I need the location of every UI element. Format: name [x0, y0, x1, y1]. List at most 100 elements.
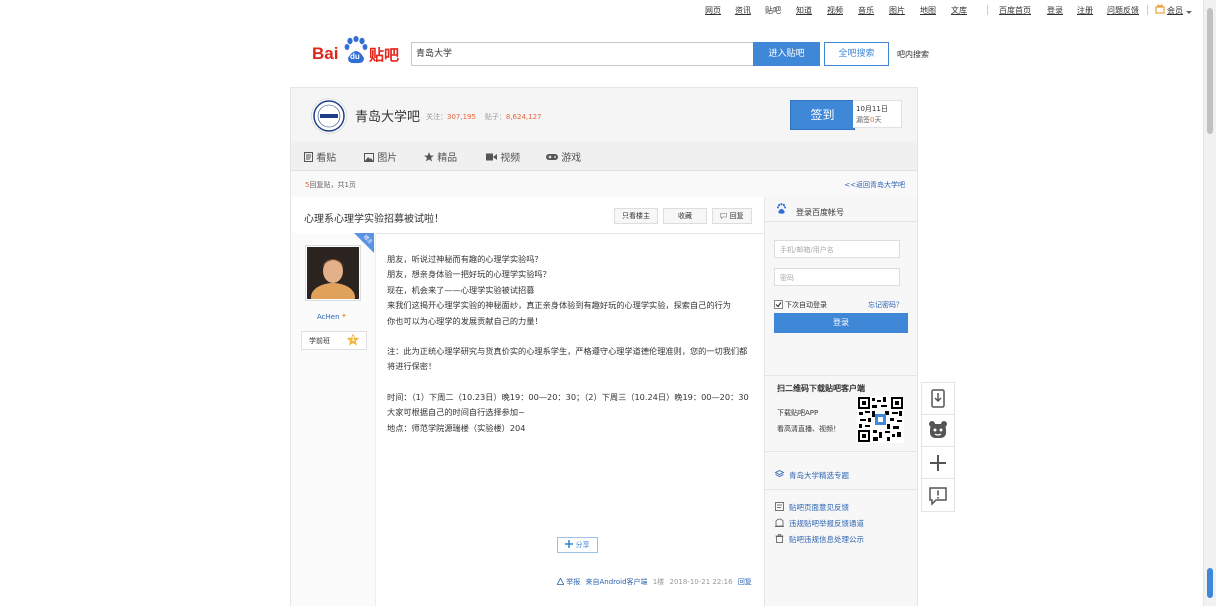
divider [765, 489, 917, 490]
nav-link-video[interactable]: 视频 [827, 5, 843, 16]
feedback-icon [775, 502, 784, 513]
forum-avatar[interactable] [311, 98, 347, 134]
author-name[interactable]: AcHen [317, 313, 340, 321]
mascot-button[interactable] [922, 415, 954, 447]
user-level-badge[interactable]: 学前班 1 [301, 331, 367, 350]
remember-label: 下次自动登录 [785, 301, 827, 309]
violation-report-link[interactable]: 违规贴吧举报反馈通道 [789, 518, 864, 529]
nav-link-member[interactable]: 会员 [1167, 5, 1183, 16]
report-button[interactable] [922, 479, 954, 511]
nav-link-register[interactable]: 注册 [1077, 5, 1093, 16]
star-icon [424, 152, 434, 162]
nav-link-zhidao[interactable]: 知道 [796, 5, 812, 16]
post-title-bar: 心理系心理学实验招募被试啦！ 只看楼主 收藏 回复 [291, 197, 764, 234]
follow-count: 307,195 [447, 113, 476, 121]
scrollbar-thumb[interactable] [1207, 8, 1213, 134]
image-icon [364, 153, 374, 162]
collect-button[interactable]: 收藏 [663, 208, 707, 224]
search-input[interactable]: 青岛大学 [411, 42, 759, 66]
comment-icon [720, 213, 728, 220]
forum-title[interactable]: 青岛大学吧 [355, 106, 420, 125]
forum-stats: 关注：307,195 贴子：8,624,127 [426, 112, 542, 122]
login-button[interactable]: 登录 [774, 313, 908, 333]
post-line: 地点：师范学院源瑞楼（实验楼）204 [387, 422, 526, 433]
password-input[interactable]: 密码 [774, 268, 900, 286]
post-content: 朋友，听说过神秘而有趣的心理学实验吗？ 朋友，想亲身体验一把好玩的心理学实验吗？… [387, 252, 749, 436]
post-line: 现在，机会来了——心理学实验被试招募 [387, 284, 535, 295]
floor-reply-link[interactable]: 回复 [738, 578, 752, 586]
floating-toolbar [921, 382, 955, 512]
nav-link-login[interactable]: 登录 [1047, 5, 1063, 16]
author-avatar[interactable] [305, 245, 361, 311]
plus-icon [930, 455, 946, 471]
nav-divider [987, 5, 988, 15]
violation-notice-link[interactable]: 贴吧违规信息处理公示 [789, 534, 864, 545]
share-button[interactable]: 分享 [557, 537, 598, 553]
forgot-password-link[interactable]: 忘记密码？ [868, 300, 903, 310]
posts-count: 8,624,127 [505, 113, 542, 121]
tab-video[interactable]: 视频 [486, 149, 520, 164]
download-app-button[interactable] [922, 383, 954, 415]
nav-link-feedback[interactable]: 问题反馈 [1107, 5, 1139, 16]
nav-link-web[interactable]: 网页 [705, 5, 721, 16]
only-op-button[interactable]: 只看楼主 [614, 208, 658, 224]
add-button[interactable] [922, 447, 954, 479]
bear-icon [929, 421, 947, 438]
signin-streak: 漏签0天 [856, 116, 882, 124]
enter-forum-button[interactable]: 进入贴吧 [753, 42, 820, 66]
nav-link-music[interactable]: 音乐 [858, 5, 874, 16]
chevron-down-icon [1186, 8, 1192, 17]
post-datetime: 2018-10-21 22:16 [669, 578, 733, 586]
op-badge: 楼主 [354, 233, 374, 253]
nav-link-map[interactable]: 地图 [920, 5, 936, 16]
sparkle-icon: ✦ [341, 312, 347, 320]
video-icon [486, 153, 497, 161]
qr-code [857, 396, 904, 443]
nav-link-news[interactable]: 资讯 [735, 5, 751, 16]
page-feedback-link[interactable]: 贴吧页面意见反馈 [789, 502, 849, 513]
signin-info: 10月11日 漏签0天 [853, 100, 902, 128]
reply-button[interactable]: 回复 [712, 208, 752, 224]
alert-icon [929, 487, 947, 506]
remember-checkbox[interactable] [774, 300, 783, 309]
divider [765, 451, 917, 452]
thread-info-bar: 5回复贴，共1页 <<返回青岛大学吧 [290, 170, 918, 199]
tab-images[interactable]: 图片 [364, 149, 397, 164]
layers-icon [774, 470, 785, 481]
logo-text-bai: Bai [312, 44, 339, 63]
nav-link-wenku[interactable]: 文库 [951, 5, 967, 16]
in-forum-search-link[interactable]: 吧内搜索 [897, 49, 929, 60]
topic-link[interactable]: 青岛大学精选专题 [789, 470, 849, 481]
report-link[interactable]: 举报 [566, 578, 580, 586]
download-icon [931, 389, 945, 408]
trash-icon [775, 534, 784, 545]
qr-line-1: 下载贴吧APP [777, 409, 819, 417]
logo-text-tieba: 贴吧 [369, 46, 400, 64]
signin-button[interactable]: 签到 [790, 100, 855, 130]
member-icon [1155, 4, 1165, 14]
right-sidebar: 登录百度帐号 手机/邮箱/用户名 密码 下次自动登录 忘记密码？ 登录 扫二维码… [764, 197, 918, 606]
tab-games[interactable]: 游戏 [546, 149, 581, 164]
client-source-link[interactable]: 来自Android客户端 [585, 578, 647, 586]
post-line: 你也可以为心理学的发展贡献自己的力量！ [387, 315, 543, 326]
tab-posts[interactable]: 看贴 [304, 149, 336, 164]
full-search-button[interactable]: 全吧搜索 [824, 42, 889, 66]
reply-summary: 5回复贴，共1页 [305, 181, 356, 189]
post-line [387, 329, 749, 344]
divider [765, 375, 917, 376]
nav-link-baidu-home[interactable]: 百度首页 [999, 5, 1031, 16]
gamepad-icon [546, 154, 558, 160]
post-footer: 举报 来自Android客户端 1楼 2018-10-21 22:16 回复 [556, 577, 752, 587]
nav-link-image[interactable]: 图片 [889, 5, 905, 16]
page-scrollbar[interactable] [1203, 0, 1216, 606]
back-to-forum-link[interactable]: <<返回青岛大学吧 [844, 180, 905, 190]
forum-tabs: 看贴 图片 精品 视频 游戏 [290, 141, 918, 171]
level-name: 学前班 [309, 337, 330, 345]
paw-icon [776, 203, 787, 216]
username-input[interactable]: 手机/邮箱/用户名 [774, 240, 900, 258]
top-nav: 网页 资讯 贴吧 知道 视频 音乐 图片 地图 文库 百度首页 登录 注册 问题… [0, 0, 1204, 20]
baidu-tieba-logo[interactable]: Bai du 贴吧 [312, 36, 402, 66]
floor-number: 1楼 [652, 578, 665, 586]
post-line: 注：此为正统心理学研究与货真价实的心理系学生，严格遵守心理学道德伦理准则，您的一… [387, 346, 748, 372]
tab-featured[interactable]: 精品 [424, 149, 457, 164]
